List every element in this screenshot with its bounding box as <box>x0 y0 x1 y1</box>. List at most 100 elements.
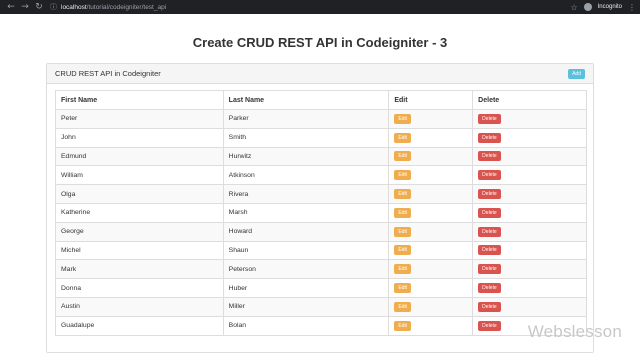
header-first-name: First Name <box>55 90 224 110</box>
first-name-cell: Michel <box>55 240 224 261</box>
first-name-cell: Olga <box>55 184 224 204</box>
delete-button[interactable]: Delete <box>478 226 501 237</box>
edit-cell: Edit <box>388 278 474 298</box>
edit-button[interactable]: Edit <box>394 301 411 312</box>
table-row: John Smith Edit Delete <box>55 127 587 148</box>
edit-button[interactable]: Edit <box>394 189 411 200</box>
edit-cell: Edit <box>388 127 474 148</box>
bookmark-star-icon[interactable]: ☆ <box>570 3 577 12</box>
edit-button[interactable]: Edit <box>394 245 411 256</box>
last-name-cell: Marsh <box>222 202 390 223</box>
last-name-cell: Howard <box>222 221 390 242</box>
edit-button[interactable]: Edit <box>394 207 411 218</box>
table-row: Austin Miller Edit Delete <box>55 296 587 317</box>
edit-cell: Edit <box>388 184 474 204</box>
first-name-cell: John <box>55 127 224 148</box>
delete-cell: Delete <box>472 165 587 186</box>
edit-cell: Edit <box>388 259 474 280</box>
url-host: localhost <box>61 3 87 11</box>
delete-cell: Delete <box>472 221 587 242</box>
last-name-cell: Hurwitz <box>222 146 390 167</box>
first-name-cell: Austin <box>55 296 224 317</box>
delete-button[interactable]: Delete <box>478 170 501 181</box>
first-name-cell: Donna <box>55 278 224 298</box>
first-name-cell: Peter <box>55 109 224 129</box>
edit-cell: Edit <box>388 109 474 129</box>
delete-button[interactable]: Delete <box>478 207 501 218</box>
edit-cell: Edit <box>388 146 474 167</box>
edit-cell: Edit <box>388 315 474 336</box>
watermark: Webslesson <box>527 322 622 341</box>
first-name-cell: Edmund <box>55 146 224 167</box>
edit-cell: Edit <box>388 202 474 223</box>
first-name-cell: William <box>55 165 224 186</box>
header-delete: Delete <box>472 90 587 110</box>
edit-button[interactable]: Edit <box>394 151 411 162</box>
header-edit: Edit <box>388 90 474 110</box>
delete-cell: Delete <box>472 278 587 298</box>
edit-button[interactable]: Edit <box>394 226 411 237</box>
edit-button[interactable]: Edit <box>394 320 411 331</box>
last-name-cell: Parker <box>222 109 390 129</box>
menu-icon[interactable]: ⋮ <box>628 3 636 12</box>
delete-button[interactable]: Delete <box>478 189 501 200</box>
table-row: Edmund Hurwitz Edit Delete <box>55 146 587 167</box>
delete-button[interactable]: Delete <box>478 264 501 275</box>
last-name-cell: Bolan <box>222 315 390 336</box>
edit-cell: Edit <box>388 221 474 242</box>
table-row: Michel Shaun Edit Delete <box>55 240 587 261</box>
last-name-cell: Miller <box>222 296 390 317</box>
header-last-name: Last Name <box>222 90 390 110</box>
delete-cell: Delete <box>472 240 587 261</box>
first-name-cell: Mark <box>55 259 224 280</box>
edit-button[interactable]: Edit <box>394 113 411 124</box>
incognito-icon <box>583 3 592 11</box>
delete-cell: Delete <box>472 202 587 223</box>
table-row: Donna Huber Edit Delete <box>55 278 587 298</box>
url-path: /tutorial/codeigniter/test_api <box>86 3 167 11</box>
table-row: Katherine Marsh Edit Delete <box>55 202 587 223</box>
back-icon[interactable]: ← <box>4 0 18 14</box>
reload-icon[interactable]: ↻ <box>32 0 46 14</box>
delete-button[interactable]: Delete <box>478 245 501 256</box>
panel-heading: CRUD REST API in Codeigniter Add <box>47 64 593 84</box>
panel-title: CRUD REST API in Codeigniter <box>55 69 161 78</box>
last-name-cell: Huber <box>222 278 390 298</box>
add-button[interactable]: Add <box>568 68 585 79</box>
table-row: Peter Parker Edit Delete <box>55 109 587 129</box>
edit-cell: Edit <box>388 165 474 186</box>
first-name-cell: George <box>55 221 224 242</box>
edit-button[interactable]: Edit <box>394 132 411 143</box>
panel: CRUD REST API in Codeigniter Add First N… <box>46 63 594 353</box>
edit-button[interactable]: Edit <box>394 283 411 294</box>
delete-button[interactable]: Delete <box>478 132 501 143</box>
forward-icon[interactable]: → <box>18 0 32 14</box>
table-row: William Atkinson Edit Delete <box>55 165 587 186</box>
browser-toolbar: ← → ↻ ⓘ localhost/tutorial/codeigniter/t… <box>0 0 640 14</box>
last-name-cell: Rivera <box>222 184 390 204</box>
incognito-label: Incognito <box>597 4 622 10</box>
edit-button[interactable]: Edit <box>394 170 411 181</box>
delete-cell: Delete <box>472 259 587 280</box>
last-name-cell: Shaun <box>222 240 390 261</box>
first-name-cell: Katherine <box>55 202 224 223</box>
delete-button[interactable]: Delete <box>478 301 501 312</box>
delete-cell: Delete <box>472 127 587 148</box>
table-row: George Howard Edit Delete <box>55 221 587 242</box>
delete-button[interactable]: Delete <box>478 320 501 331</box>
users-table: First Name Last Name Edit Delete Peter Pa… <box>55 90 587 336</box>
page-title: Create CRUD REST API in Codeigniter - 3 <box>192 35 448 50</box>
info-icon[interactable]: ⓘ <box>50 2 57 12</box>
table-row: Mark Peterson Edit Delete <box>55 259 587 280</box>
edit-button[interactable]: Edit <box>394 264 411 275</box>
delete-cell: Delete <box>472 109 587 129</box>
address-bar[interactable]: ⓘ localhost/tutorial/codeigniter/test_ap… <box>50 2 570 12</box>
delete-button[interactable]: Delete <box>478 283 501 294</box>
delete-button[interactable]: Delete <box>478 151 501 162</box>
delete-cell: Delete <box>472 184 587 204</box>
table-row: Olga Rivera Edit Delete <box>55 184 587 204</box>
delete-button[interactable]: Delete <box>478 113 501 124</box>
first-name-cell: Guadalupe <box>55 315 224 336</box>
last-name-cell: Peterson <box>222 259 390 280</box>
table-header-row: First Name Last Name Edit Delete <box>55 90 587 110</box>
